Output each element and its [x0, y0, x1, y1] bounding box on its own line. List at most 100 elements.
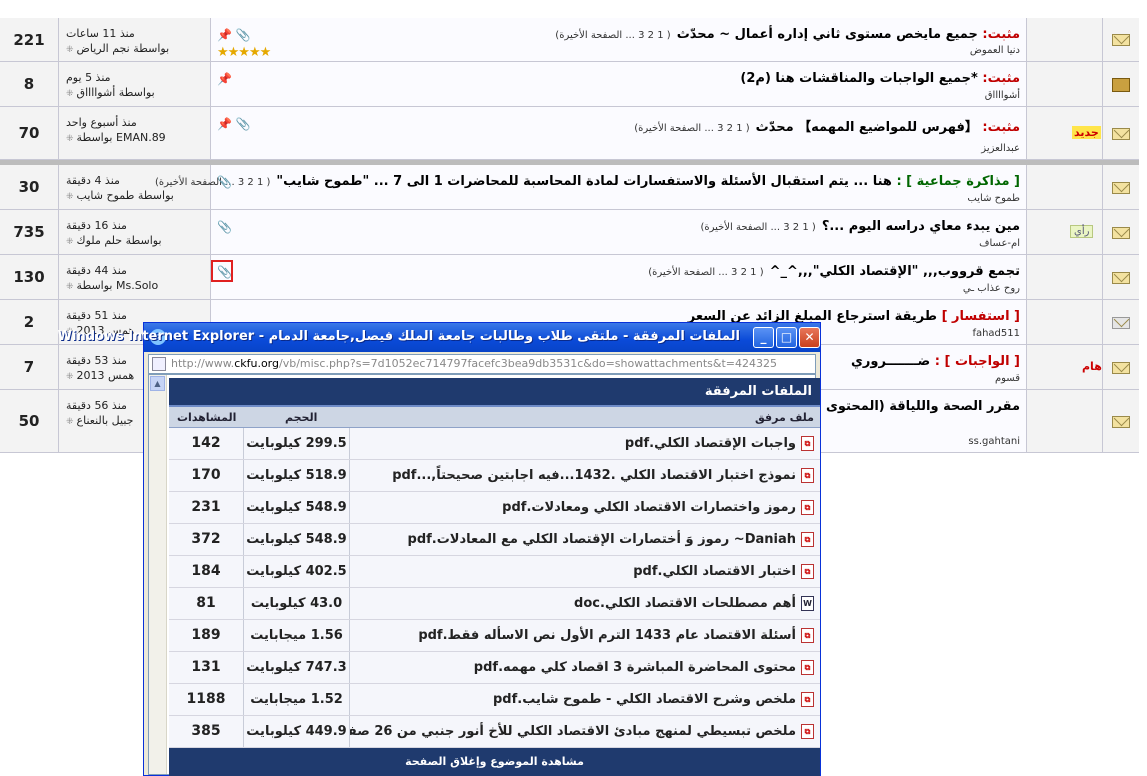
thread-row[interactable]: 130 منذ 44 دقيقة ⁜ بواسطة Ms.Solo تجمع قروو…	[0, 255, 1139, 300]
view-thread-close-link[interactable]: مشاهدة الموضوع وإغلاق الصفحة	[169, 748, 820, 776]
attachment-row: 1188 1.52 ميجابايت ⧉ ملخص وشرح الاقتصاد الك…	[169, 684, 820, 716]
thread-title[interactable]: [ مذاكرة جماعية ] : هنا ... يتم استقبال …	[155, 174, 1020, 189]
thread-title-text[interactable]: هنا ... يتم استقبال الأسئلة والاستفسارات…	[276, 174, 892, 189]
goto-last-icon[interactable]: ⁜	[66, 134, 74, 144]
paperclip-icon[interactable]: 📎	[217, 175, 232, 189]
thread-pages[interactable]: ( 1 2 3 ... الصفحة الأخيرة)	[634, 123, 749, 134]
thread-prefix: مثبت:	[982, 71, 1020, 86]
thread-row[interactable]: 8 منذ 5 يوم ⁜ بواسطة أشوااااق مثبت: *جميع ال…	[0, 62, 1139, 107]
thread-row[interactable]: 70 منذ أسبوع واحد ⁜ بواسطة EMAN.89 مثبت: 【فه…	[0, 107, 1139, 160]
thread-author[interactable]: روح عذاب ـي	[963, 283, 1020, 294]
reply-count[interactable]: 30	[0, 165, 59, 209]
thread-title-text[interactable]: تجمع قرووب,,, "الإقتصاد الكلي",,,^_^	[770, 264, 1020, 279]
goto-last-icon[interactable]: ⁜	[66, 417, 74, 427]
goto-last-icon[interactable]: ⁜	[66, 372, 74, 382]
thread-title-text[interactable]: *جميع الواجبات والمناقشات هنا (م2)	[740, 71, 977, 86]
thread-row[interactable]: 221 منذ 11 ساعات ⁜ بواسطة نجم الرياض مثبت: ج…	[0, 18, 1139, 62]
thread-title[interactable]: مثبت: 【فهرس للمواضيع المهمه】 محدّث ( 1 2 …	[634, 116, 1020, 135]
pdf-icon: ⧉	[801, 660, 814, 675]
last-post-by[interactable]: ⁜ بواسطة Ms.Solo	[66, 279, 158, 292]
attachment-link[interactable]: ⧉ Daniah~ رموز وَ أختصارات الإقتصاد الكلي…	[350, 524, 820, 555]
thread-pages[interactable]: ( 1 2 3 ... الصفحة الأخيرة)	[700, 222, 815, 233]
last-post-by[interactable]: ⁜ بواسطة طموح شايب	[66, 189, 174, 202]
paperclip-icon[interactable]: 📎	[217, 220, 232, 234]
address-bar[interactable]: http://www.ckfu.org/vb/misc.php?s=7d1052…	[148, 354, 816, 374]
envelope-icon	[1112, 362, 1130, 374]
thread-author[interactable]: عبدالعزيز	[981, 143, 1020, 154]
goto-last-icon[interactable]: ⁜	[66, 45, 74, 55]
thread-author[interactable]: أشوااااق	[985, 90, 1020, 101]
scroll-up-arrow-icon[interactable]: ▲	[150, 376, 165, 391]
thread-author[interactable]: ss.gahtani	[968, 436, 1020, 447]
thread-status-cell	[1103, 210, 1139, 254]
minimize-button[interactable]: _	[753, 327, 774, 348]
maximize-button[interactable]: □	[776, 327, 797, 348]
reply-count[interactable]: 735	[0, 210, 59, 254]
thread-author[interactable]: fahad511	[972, 328, 1020, 339]
thread-author[interactable]: طموح شايب	[967, 193, 1020, 204]
vertical-scrollbar[interactable]: ▲	[149, 375, 167, 774]
thread-title-text[interactable]: مين يبدء معاي دراسه اليوم ...؟	[822, 219, 1020, 234]
reply-count[interactable]: 221	[0, 18, 59, 61]
thread-status-cell	[1103, 107, 1139, 159]
paperclip-icon[interactable]: 📌 📎	[217, 117, 251, 131]
last-post-time: منذ 53 دقيقة	[66, 354, 127, 367]
thread-pages[interactable]: ( 1 2 3 ... الصفحة الأخيرة)	[155, 177, 270, 188]
reply-count[interactable]: 7	[0, 345, 59, 389]
attachment-link[interactable]: ⧉ محتوى المحاضرة المباشرة 3 اقصاد كلي مهم…	[350, 652, 820, 683]
attachment-link[interactable]: ⧉ اختبار الاقتصاد الكلي.pdf	[350, 556, 820, 587]
thread-tag: هام	[1082, 360, 1102, 373]
goto-last-icon[interactable]: ⁜	[66, 192, 74, 202]
reply-count[interactable]: 8	[0, 62, 59, 106]
thread-tag-cell: جديد	[1027, 107, 1103, 159]
last-post-by[interactable]: ⁜ بواسطة أشوااااق	[66, 86, 155, 99]
thread-author[interactable]: دنيا العموض	[970, 45, 1020, 56]
thread-row[interactable]: 735 منذ 16 دقيقة ⁜ بواسطة حلم ملوك مين يبدء…	[0, 210, 1139, 255]
paperclip-icon[interactable]: 📌 📎	[217, 28, 251, 42]
thread-pages[interactable]: ( 1 2 3 ... الصفحة الأخيرة)	[555, 30, 670, 41]
attachment-link[interactable]: ⧉ واجبات الإقتصاد الكلي.pdf	[350, 428, 820, 459]
thread-title-text[interactable]: 【فهرس للمواضيع المهمه】 محدّث	[756, 120, 978, 135]
attachment-link[interactable]: ⧉ أسئلة الاقتصاد عام 1433 الترم الأول نص …	[350, 620, 820, 651]
attachment-link[interactable]: ⧉ ملخص تبسيطي لمنهج مبادئ الاقتصاد الكلي …	[350, 716, 820, 747]
thread-title-text[interactable]: جميع مايخص مستوى ثاني إداره أعمال ~ محدّ…	[677, 27, 978, 42]
reply-count[interactable]: 70	[0, 107, 59, 159]
goto-last-icon[interactable]: ⁜	[66, 89, 74, 99]
address-url[interactable]: http://www.ckfu.org/vb/misc.php?s=7d1052…	[171, 357, 777, 370]
reply-count[interactable]: 130	[0, 255, 59, 299]
thread-title[interactable]: مثبت: جميع مايخص مستوى ثاني إداره أعمال …	[555, 27, 1020, 42]
attachment-size: 449.9 كيلوبايت	[244, 716, 350, 747]
attachment-link[interactable]: ⧉ نموذج اختبار الاقتصاد الكلي .1432...فيه…	[350, 460, 820, 491]
thread-title[interactable]: مين يبدء معاي دراسه اليوم ...؟ ( 1 2 3 ..…	[700, 219, 1020, 234]
thread-title[interactable]: تجمع قرووب,,, "الإقتصاد الكلي",,,^_^ ( 1 …	[648, 264, 1020, 279]
thread-prefix: [ مذاكرة جماعية ] :	[896, 174, 1020, 189]
reply-count[interactable]: 50	[0, 390, 59, 452]
close-button[interactable]: ✕	[799, 327, 820, 348]
thread-row[interactable]: 30 منذ 4 دقيقة ⁜ بواسطة طموح شايب[ مذاكرة ج…	[0, 165, 1139, 210]
thread-title[interactable]: مثبت: *جميع الواجبات والمناقشات هنا (م2)	[734, 71, 1020, 86]
thread-status-cell	[1103, 255, 1139, 299]
attachment-link[interactable]: ⧉ ملخص وشرح الاقتصاد الكلي - طموح شايب.pd…	[350, 684, 820, 715]
thread-title[interactable]: [ الواجبات ] : ضـــــــروري	[845, 354, 1020, 369]
thread-author[interactable]: قسوم	[995, 373, 1020, 384]
thread-title-cell: مثبت: *جميع الواجبات والمناقشات هنا (م2)…	[211, 62, 1027, 106]
thread-title-cell: مثبت: جميع مايخص مستوى ثاني إداره أعمال …	[211, 18, 1027, 61]
reply-count[interactable]: 2	[0, 300, 59, 344]
thread-title-text[interactable]: ضـــــــروري	[851, 354, 930, 369]
title-bar[interactable]: e الملفات المرفقة - ملتقى طلاب وطالبات ج…	[58, 323, 820, 352]
attachment-link[interactable]: W أهم مصطلحات الاقتصاد الكلي.doc	[350, 588, 820, 619]
last-post-by[interactable]: ⁜ بواسطة نجم الرياض	[66, 42, 169, 55]
last-post-by[interactable]: ⁜ بواسطة EMAN.89	[66, 131, 166, 144]
attachment-size: 518.9 كيلوبايت	[244, 460, 350, 491]
thread-pages[interactable]: ( 1 2 3 ... الصفحة الأخيرة)	[648, 267, 763, 278]
thread-title-cell: [ مذاكرة جماعية ] : هنا ... يتم استقبال …	[155, 165, 1027, 209]
thread-prefix: مثبت:	[982, 120, 1020, 135]
goto-last-icon[interactable]: ⁜	[66, 282, 74, 292]
last-post-by[interactable]: ⁜ جبيل بالنعناع	[66, 414, 133, 427]
attachment-link[interactable]: ⧉ رموز واختصارات الاقتصاد الكلي ومعادلات.…	[350, 492, 820, 523]
paperclip-icon[interactable]: 📌	[217, 72, 232, 86]
last-post-by[interactable]: ⁜ بواسطة حلم ملوك	[66, 234, 162, 247]
thread-author[interactable]: ام-عساف	[979, 238, 1020, 249]
last-post-by[interactable]: ⁜ همس 2013	[66, 369, 134, 382]
goto-last-icon[interactable]: ⁜	[66, 237, 74, 247]
